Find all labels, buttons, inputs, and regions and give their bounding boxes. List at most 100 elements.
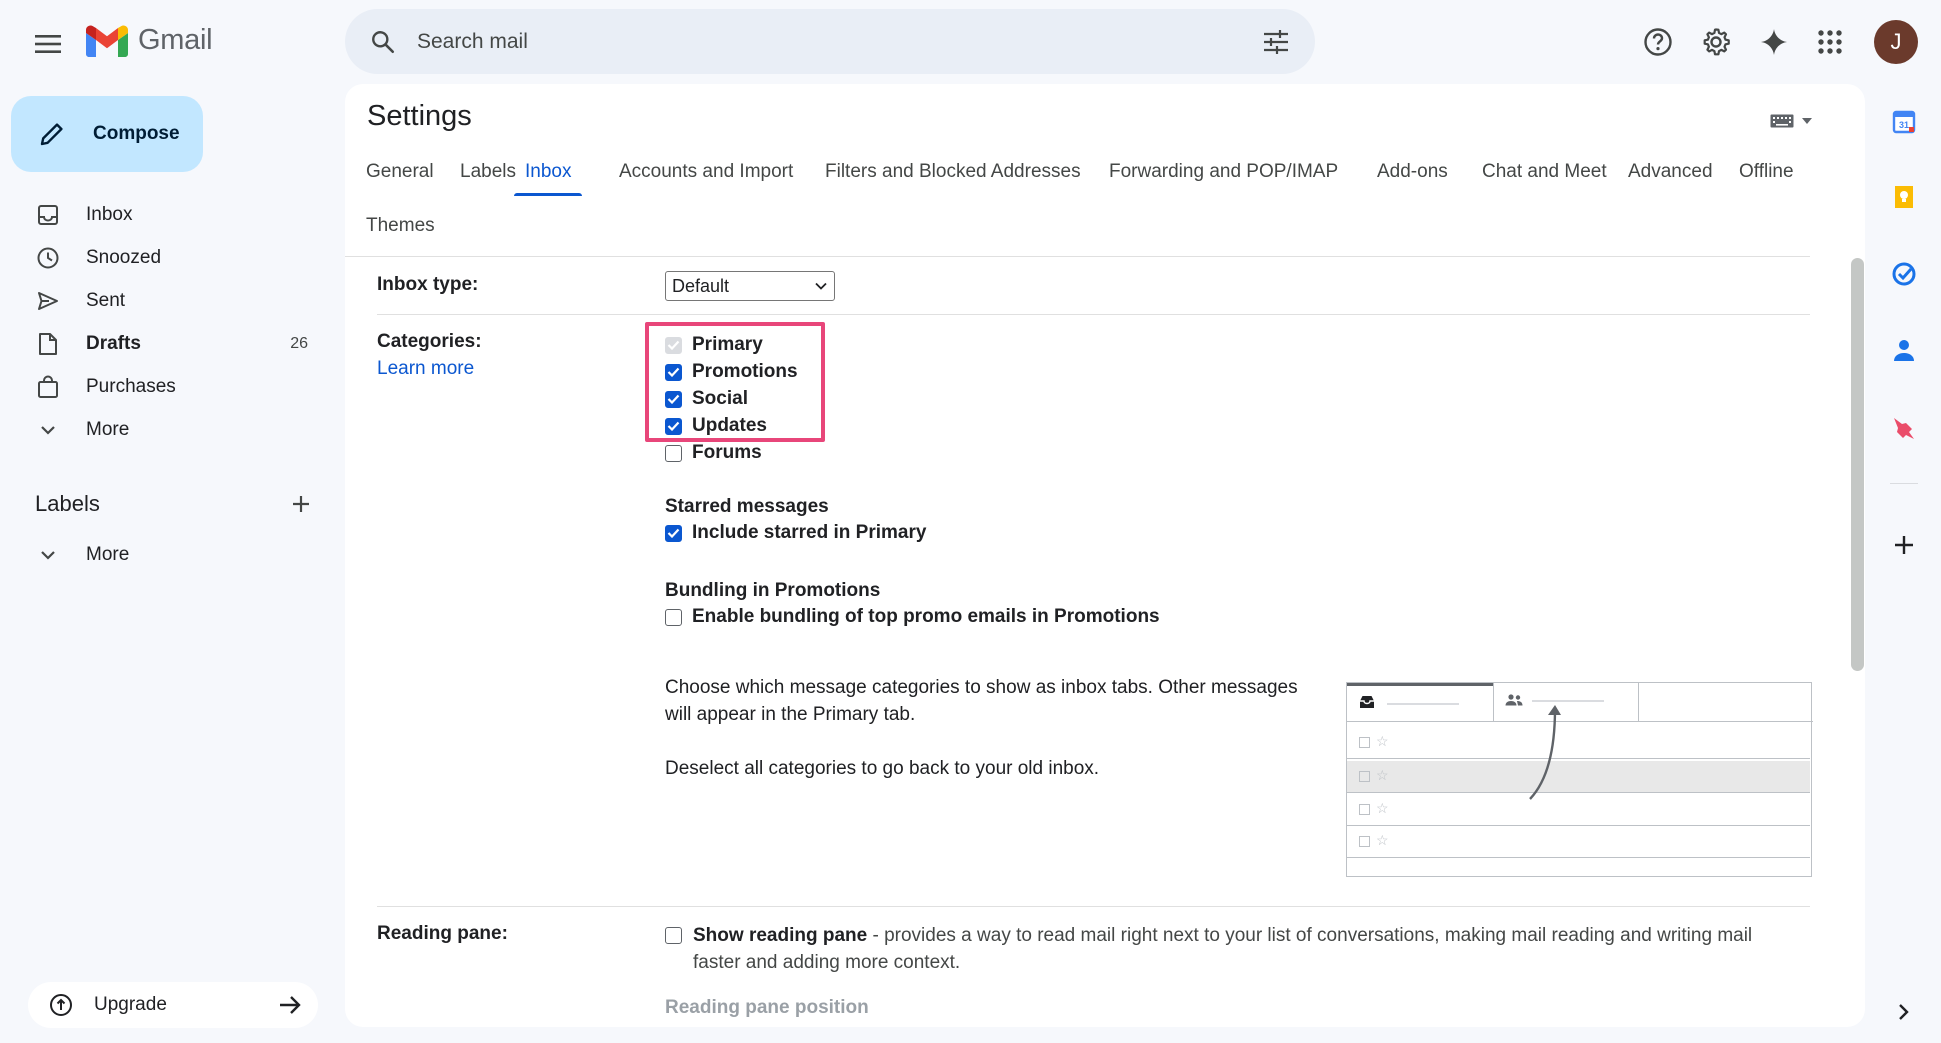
search-input[interactable] (417, 29, 1237, 54)
reading-pane-label: Reading pane: (377, 923, 508, 944)
illustration-message-row: ☆ (1347, 727, 1810, 759)
top-bar: Gmail J (0, 0, 1941, 84)
addon-pin-icon (1894, 418, 1914, 439)
forums-checkbox[interactable] (665, 444, 682, 462)
search-icon[interactable] (367, 26, 399, 58)
compose-label: Compose (93, 123, 180, 144)
svg-text:31: 31 (1899, 120, 1909, 130)
checkbox-label: Include starred in Primary (692, 522, 927, 543)
sidebar-item-drafts[interactable]: Drafts 26 (0, 322, 330, 365)
chevron-down-icon (815, 282, 827, 290)
settings-scrollbar[interactable] (1851, 258, 1864, 671)
checkbox-label: Forums (692, 442, 762, 463)
apps-grid-icon (1818, 30, 1842, 54)
starred-heading: Starred messages (665, 496, 829, 517)
side-panel-divider (1890, 483, 1918, 484)
tab-add-ons[interactable]: Add-ons (1366, 154, 1459, 194)
account-avatar[interactable]: J (1874, 20, 1918, 64)
tab-filters-and-blocked[interactable]: Filters and Blocked Addresses (814, 154, 1092, 194)
tab-general[interactable]: General (355, 154, 445, 194)
inbox-icon (36, 203, 60, 227)
learn-more-link[interactable]: Learn more (377, 358, 474, 380)
reading-pane-option[interactable]: Show reading pane - provides a way to re… (665, 922, 1785, 976)
sparkle-icon (1761, 29, 1787, 55)
labels-title: Labels (35, 491, 100, 516)
caret-down-icon (1802, 118, 1812, 124)
illustration-tab-bar (1347, 683, 1813, 722)
row-divider (377, 314, 1810, 315)
category-forums[interactable]: Forums (665, 442, 762, 464)
search-bar[interactable] (345, 9, 1315, 74)
checkbox-label: Updates (692, 415, 767, 436)
plus-icon (293, 496, 309, 512)
categories-label: Categories: (377, 331, 482, 352)
inbox-type-select[interactable]: Default (665, 271, 835, 301)
sidebar-item-snoozed[interactable]: Snoozed (0, 236, 330, 279)
inbox-type-value: Default (672, 275, 730, 296)
compose-button[interactable]: Compose (11, 96, 203, 172)
send-icon (36, 289, 60, 313)
illustration-message-row: ☆ (1347, 761, 1810, 793)
categories-help-text: Choose which message categories to show … (665, 677, 1298, 725)
labels-header: Labels (35, 488, 315, 520)
sidebar-item-more[interactable]: More (0, 408, 330, 451)
sidebar-item-sent[interactable]: Sent (0, 279, 330, 322)
chevron-right-icon (1899, 1004, 1909, 1020)
inbox-icon (1360, 696, 1374, 708)
gear-icon (1703, 28, 1730, 56)
category-updates[interactable]: Updates (665, 415, 767, 437)
starred-checkbox[interactable] (665, 524, 682, 542)
inbox-type-label: Inbox type: (377, 274, 479, 295)
sidebar-item-purchases[interactable]: Purchases (0, 365, 330, 408)
keep-app-button[interactable] (1888, 181, 1920, 213)
sidebar-item-label: Purchases (86, 375, 176, 397)
add-label-button[interactable] (287, 490, 315, 518)
category-social[interactable]: Social (665, 388, 748, 410)
addon-app-button[interactable] (1888, 412, 1920, 444)
drafts-count: 26 (290, 334, 308, 352)
app-name: Gmail (138, 24, 213, 56)
contacts-app-button[interactable] (1888, 335, 1920, 367)
tab-offline[interactable]: Offline (1728, 154, 1805, 194)
calendar-app-button[interactable]: 31 (1888, 106, 1920, 138)
sidebar-item-label: Inbox (86, 203, 133, 225)
checkbox-label: Enable bundling of top promo emails in P… (692, 606, 1160, 627)
contacts-icon (1894, 340, 1914, 361)
keyboard-icon (1770, 114, 1794, 128)
illustration-primary-tab (1347, 683, 1493, 722)
settings-button[interactable] (1694, 20, 1738, 64)
search-options-icon[interactable] (1259, 25, 1293, 59)
primary-checkbox[interactable] (665, 336, 682, 354)
reading-pane-checkbox[interactable] (665, 927, 682, 944)
chevron-down-icon (36, 543, 60, 567)
get-addons-button[interactable] (1888, 529, 1920, 561)
labels-more[interactable]: More (0, 533, 330, 576)
bundling-checkbox[interactable] (665, 608, 682, 626)
tab-forwarding-pop-imap[interactable]: Forwarding and POP/IMAP (1098, 154, 1349, 194)
upgrade-button[interactable]: Upgrade (28, 982, 318, 1028)
help-button[interactable] (1636, 20, 1680, 64)
main-menu-button[interactable] (26, 22, 70, 66)
category-promotions[interactable]: Promotions (665, 361, 798, 383)
tab-chat-and-meet[interactable]: Chat and Meet (1471, 154, 1618, 194)
tab-themes[interactable]: Themes (355, 208, 446, 248)
gemini-button[interactable] (1752, 20, 1796, 64)
bundling-option[interactable]: Enable bundling of top promo emails in P… (665, 606, 1160, 628)
promotions-checkbox[interactable] (665, 363, 682, 381)
input-tools-button[interactable] (1770, 106, 1820, 136)
updates-checkbox[interactable] (665, 417, 682, 435)
starred-option[interactable]: Include starred in Primary (665, 522, 926, 544)
sidebar-item-inbox[interactable]: Inbox (0, 193, 330, 236)
show-side-panel-button[interactable] (1888, 996, 1920, 1028)
tab-advanced[interactable]: Advanced (1617, 154, 1724, 194)
gmail-logo[interactable]: Gmail (86, 24, 213, 57)
category-primary[interactable]: Primary (665, 334, 763, 356)
apps-button[interactable] (1808, 20, 1852, 64)
social-checkbox[interactable] (665, 390, 682, 408)
sidebar-item-label: Sent (86, 289, 126, 311)
tab-inbox[interactable]: Inbox (514, 154, 583, 196)
tab-accounts-and-import[interactable]: Accounts and Import (608, 154, 804, 194)
tasks-app-button[interactable] (1888, 258, 1920, 290)
bundling-heading: Bundling in Promotions (665, 580, 881, 601)
chevron-down-icon (36, 418, 60, 442)
